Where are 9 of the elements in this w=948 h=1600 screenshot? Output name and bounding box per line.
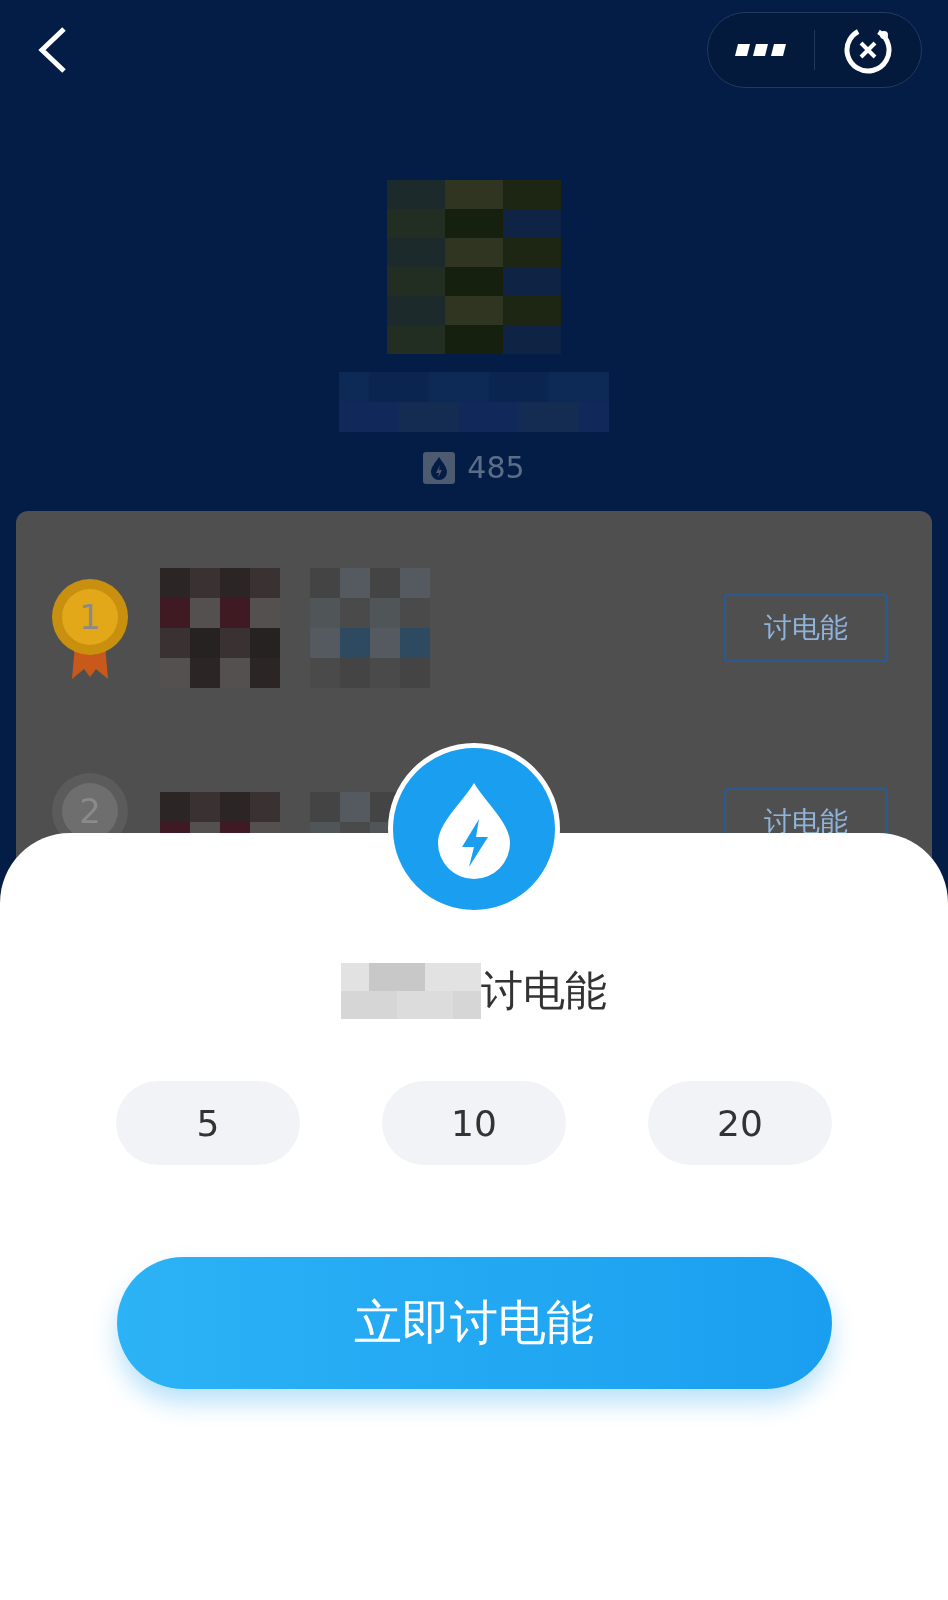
amount-option[interactable]: 5 bbox=[116, 1081, 300, 1165]
amount-option[interactable]: 10 bbox=[382, 1081, 566, 1165]
more-icon bbox=[735, 44, 787, 56]
sheet-title: 讨电能 bbox=[481, 965, 607, 1017]
ask-energy-button[interactable]: 讨电能 bbox=[724, 594, 888, 662]
amount-option[interactable]: 20 bbox=[648, 1081, 832, 1165]
energy-balance: 485 bbox=[467, 450, 525, 485]
back-icon[interactable] bbox=[36, 25, 68, 75]
energy-drop-icon bbox=[423, 451, 456, 484]
